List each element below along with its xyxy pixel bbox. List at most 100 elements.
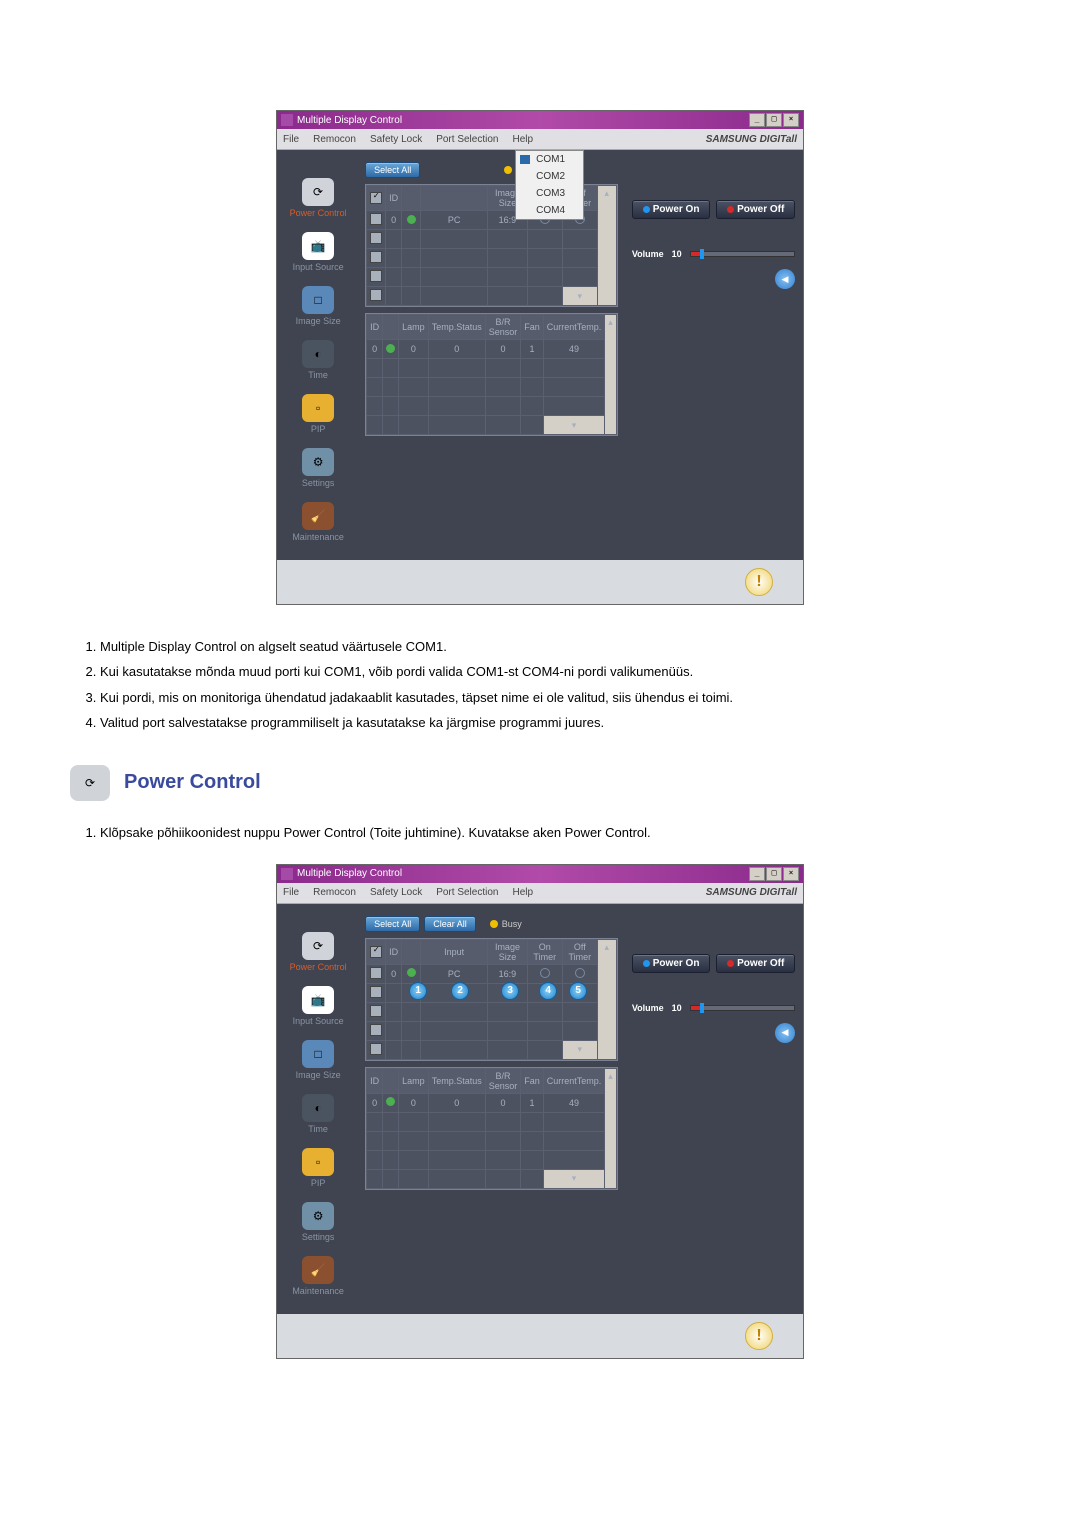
center-panel: COM1 COM2 COM3 COM4 Select All Busy [359,150,624,560]
pip-icon: ▫ [302,394,334,422]
table-row[interactable]: ▾ [367,1169,617,1188]
sidebar-item-input-source[interactable]: 📺 Input Source [293,232,344,272]
sidebar-item-image-size[interactable]: □ Image Size [296,1040,341,1080]
table-row[interactable] [367,397,617,416]
menu-port-selection[interactable]: Port Selection [436,887,498,898]
select-all-button[interactable]: Select All [365,916,420,932]
instruction-list-1: Multiple Display Control on algselt seat… [70,635,1010,735]
scrollbar-top[interactable]: ▴ [597,186,616,306]
power-on-button[interactable]: Power On [632,200,711,219]
port-selection-dropdown[interactable]: COM1 COM2 COM3 COM4 [515,150,584,220]
cell-id: 0 [386,964,402,983]
power-on-button[interactable]: Power On [632,954,711,973]
table-row[interactable]: ▾ [367,416,617,435]
volume-slider[interactable] [690,251,795,257]
list-item: Klõpsake põhiikoonidest nuppu Power Cont… [100,821,1010,844]
table-row[interactable] [367,378,617,397]
sidebar-label: PIP [311,1178,326,1188]
table-row[interactable] [367,1002,617,1021]
com-option-2[interactable]: COM2 [516,168,583,185]
row-checkbox[interactable] [370,213,382,225]
table-row[interactable]: ▾ [367,287,617,306]
menubar: File Remocon Safety Lock Port Selection … [277,883,803,904]
sidebar-item-input-source[interactable]: 📺 Input Source [293,986,344,1026]
input-source-icon: 📺 [302,986,334,1014]
menu-safety-lock[interactable]: Safety Lock [370,134,422,145]
menu-help[interactable]: Help [512,134,533,145]
menu-file[interactable]: File [283,134,299,145]
window-title: Multiple Display Control [297,115,402,126]
power-off-button[interactable]: Power Off [716,200,795,219]
table-row[interactable] [367,1021,617,1040]
maximize-button[interactable]: □ [766,113,782,127]
table-row[interactable] [367,1150,617,1169]
power-off-button[interactable]: Power Off [716,954,795,973]
sidebar-label: PIP [311,424,326,434]
scrollbar-top[interactable]: ▴ [605,315,617,435]
close-button[interactable]: × [783,113,799,127]
row-checkbox[interactable] [370,967,382,979]
table-row[interactable] [367,230,617,249]
table-row[interactable]: 0 0 0 0 1 49 [367,340,617,359]
close-button[interactable]: × [783,867,799,881]
busy-indicator: Busy [490,916,522,932]
sidebar-item-pip[interactable]: ▫ PIP [302,394,334,434]
mute-icon[interactable]: ◀ [775,1023,795,1043]
minimize-button[interactable]: _ [749,867,765,881]
scrollbar-top[interactable]: ▴ [605,1068,617,1188]
maximize-button[interactable]: □ [766,867,782,881]
table-row[interactable] [367,268,617,287]
menu-safety-lock[interactable]: Safety Lock [370,887,422,898]
time-icon: ◐ [302,1094,334,1122]
sidebar-item-power-control[interactable]: ⟳ Power Control [290,178,347,218]
time-icon: ◐ [302,340,334,368]
alert-icon: ! [745,568,773,596]
sidebar-item-settings[interactable]: ⚙ Settings [302,1202,335,1242]
menu-remocon[interactable]: Remocon [313,134,356,145]
col-check[interactable] [367,939,386,964]
sidebar-item-image-size[interactable]: □ Image Size [296,286,341,326]
table-row[interactable] [367,249,617,268]
list-item: Kui pordi, mis on monitoriga ühendatud j… [100,686,1010,709]
minimize-button[interactable]: _ [749,113,765,127]
pip-icon: ▫ [302,1148,334,1176]
col-check[interactable] [367,186,386,211]
sidebar-item-time[interactable]: ◐ Time [302,1094,334,1134]
scrollbar-top[interactable]: ▴ [597,939,616,1059]
sidebar-item-maintenance[interactable]: 🧹 Maintenance [292,502,344,542]
com-option-3[interactable]: COM3 [516,185,583,202]
status-dot-icon [386,1097,395,1106]
table-row[interactable] [367,1131,617,1150]
volume-value: 10 [672,1003,682,1013]
select-all-button[interactable]: Select All [365,162,420,178]
table-row[interactable] [367,359,617,378]
col-temp-status: Temp.Status [428,1068,485,1093]
mute-icon[interactable]: ◀ [775,269,795,289]
sidebar-item-time[interactable]: ◐ Time [302,340,334,380]
cell-br: 0 [485,340,521,359]
sidebar-item-maintenance[interactable]: 🧹 Maintenance [292,1256,344,1296]
sidebar-item-settings[interactable]: ⚙ Settings [302,448,335,488]
cell-lamp: 0 [399,1093,429,1112]
com-option-4[interactable]: COM4 [516,202,583,219]
volume-slider[interactable] [690,1005,795,1011]
table-row[interactable] [367,1112,617,1131]
table-row[interactable]: 0 PC 16:9 [367,964,617,983]
menu-remocon[interactable]: Remocon [313,887,356,898]
sidebar-item-power-control[interactable]: ⟳ Power Control [290,932,347,972]
col-input: Input [421,939,488,964]
input-source-icon: 📺 [302,232,334,260]
menu-port-selection[interactable]: Port Selection [436,134,498,145]
callout-3: 3 [501,982,519,1000]
cell-fan: 1 [521,340,544,359]
clear-all-button[interactable]: Clear All [424,916,476,932]
menubar: File Remocon Safety Lock Port Selection … [277,129,803,150]
table-row[interactable]: 0 0 0 0 1 49 [367,1093,617,1112]
menu-file[interactable]: File [283,887,299,898]
table-row[interactable]: ▾ [367,1040,617,1059]
menu-help[interactable]: Help [512,887,533,898]
com-option-1[interactable]: COM1 [516,151,583,168]
app-window-2: Multiple Display Control _ □ × File Remo… [276,864,804,1359]
status-bar: ! [277,1314,803,1358]
sidebar-item-pip[interactable]: ▫ PIP [302,1148,334,1188]
